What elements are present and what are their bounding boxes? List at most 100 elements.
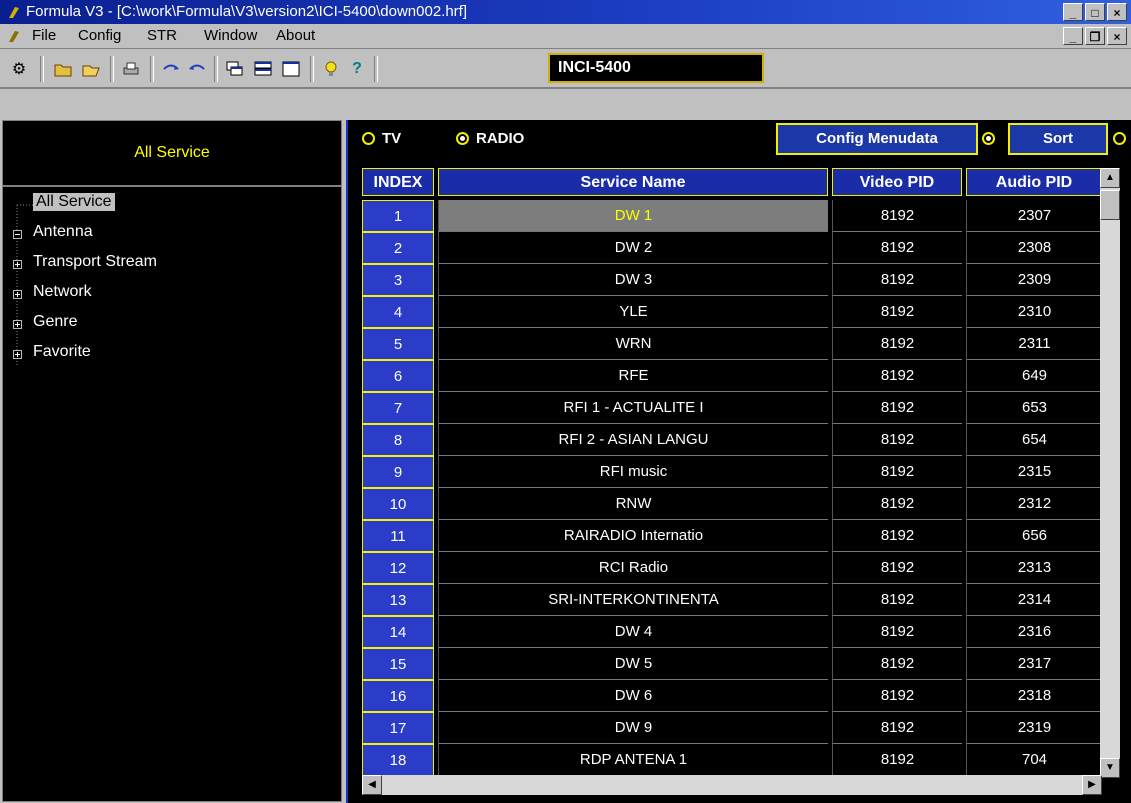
sort-option-radio-2[interactable] <box>1113 132 1126 145</box>
service-name-cell[interactable]: RFI 2 - ASIAN LANGU <box>438 424 828 456</box>
audio-pid-cell[interactable]: 2310 <box>966 296 1102 328</box>
video-pid-cell[interactable]: 8192 <box>832 616 962 648</box>
service-name-cell[interactable]: RFI 1 - ACTUALITE I <box>438 392 828 424</box>
service-name-cell[interactable]: DW 2 <box>438 232 828 264</box>
index-cell[interactable]: 4 <box>362 296 434 328</box>
audio-pid-cell[interactable]: 2308 <box>966 232 1102 264</box>
audio-pid-cell[interactable]: 656 <box>966 520 1102 552</box>
table-row[interactable]: 3 DW 3 8192 2309 <box>362 264 1102 296</box>
tree-item-network[interactable]: Network <box>33 283 92 301</box>
video-pid-cell[interactable]: 8192 <box>832 296 962 328</box>
index-cell[interactable]: 11 <box>362 520 434 552</box>
service-name-cell[interactable]: RFI music <box>438 456 828 488</box>
download-icon[interactable] <box>160 58 182 80</box>
upload-icon[interactable] <box>186 58 208 80</box>
expand-icon[interactable] <box>13 290 22 299</box>
index-cell[interactable]: 14 <box>362 616 434 648</box>
close-button[interactable]: × <box>1107 3 1127 21</box>
menu-about[interactable]: About <box>276 27 315 44</box>
index-cell[interactable]: 5 <box>362 328 434 360</box>
index-cell[interactable]: 2 <box>362 232 434 264</box>
tile-horizontal-icon[interactable] <box>252 58 274 80</box>
tv-radio-button[interactable] <box>362 132 375 145</box>
video-pid-cell[interactable]: 8192 <box>832 648 962 680</box>
table-row[interactable]: 6 RFE 8192 649 <box>362 360 1102 392</box>
service-name-cell[interactable]: DW 5 <box>438 648 828 680</box>
tree-item-favorite[interactable]: Favorite <box>33 343 91 361</box>
index-cell[interactable]: 6 <box>362 360 434 392</box>
index-cell[interactable]: 13 <box>362 584 434 616</box>
index-cell[interactable]: 18 <box>362 744 434 776</box>
sort-option-radio[interactable] <box>982 132 995 145</box>
column-header-index[interactable]: INDEX <box>362 168 434 196</box>
audio-pid-cell[interactable]: 654 <box>966 424 1102 456</box>
table-row[interactable]: 8 RFI 2 - ASIAN LANGU 8192 654 <box>362 424 1102 456</box>
service-name-cell[interactable]: SRI-INTERKONTINENTA <box>438 584 828 616</box>
service-name-cell[interactable]: RDP ANTENA 1 <box>438 744 828 776</box>
index-cell[interactable]: 9 <box>362 456 434 488</box>
video-pid-cell[interactable]: 8192 <box>832 712 962 744</box>
model-name-field[interactable]: INCI-5400 <box>548 53 764 83</box>
video-pid-cell[interactable]: 8192 <box>832 232 962 264</box>
open-folder-icon[interactable] <box>52 58 74 80</box>
video-pid-cell[interactable]: 8192 <box>832 200 962 232</box>
index-cell[interactable]: 17 <box>362 712 434 744</box>
index-cell[interactable]: 15 <box>362 648 434 680</box>
index-cell[interactable]: 3 <box>362 264 434 296</box>
menu-file[interactable]: File <box>32 27 56 44</box>
service-name-cell[interactable]: RNW <box>438 488 828 520</box>
scroll-up-arrow-icon[interactable]: ▲ <box>1100 168 1120 188</box>
service-name-cell[interactable]: DW 6 <box>438 680 828 712</box>
video-pid-cell[interactable]: 8192 <box>832 328 962 360</box>
table-row[interactable]: 17 DW 9 8192 2319 <box>362 712 1102 744</box>
audio-pid-cell[interactable]: 2311 <box>966 328 1102 360</box>
expand-icon[interactable] <box>13 350 22 359</box>
radio-label[interactable]: RADIO <box>476 130 524 147</box>
single-window-icon[interactable] <box>280 58 302 80</box>
service-name-cell[interactable]: DW 1 <box>438 200 828 232</box>
table-row[interactable]: 18 RDP ANTENA 1 8192 704 <box>362 744 1102 776</box>
table-row[interactable]: 2 DW 2 8192 2308 <box>362 232 1102 264</box>
table-row[interactable]: 4 YLE 8192 2310 <box>362 296 1102 328</box>
table-row[interactable]: 12 RCI Radio 8192 2313 <box>362 552 1102 584</box>
audio-pid-cell[interactable]: 2318 <box>966 680 1102 712</box>
index-cell[interactable]: 1 <box>362 200 434 232</box>
index-cell[interactable]: 12 <box>362 552 434 584</box>
index-cell[interactable]: 8 <box>362 424 434 456</box>
audio-pid-cell[interactable]: 2307 <box>966 200 1102 232</box>
table-row[interactable]: 11 RAIRADIO Internatio 8192 656 <box>362 520 1102 552</box>
table-row[interactable]: 10 RNW 8192 2312 <box>362 488 1102 520</box>
audio-pid-cell[interactable]: 2314 <box>966 584 1102 616</box>
service-name-cell[interactable]: RFE <box>438 360 828 392</box>
minimize-button[interactable]: _ <box>1063 3 1083 21</box>
expand-icon[interactable] <box>13 260 22 269</box>
help-icon[interactable]: ? <box>346 58 368 80</box>
service-name-cell[interactable]: DW 4 <box>438 616 828 648</box>
audio-pid-cell[interactable]: 2309 <box>966 264 1102 296</box>
service-name-cell[interactable]: DW 3 <box>438 264 828 296</box>
table-row[interactable]: 9 RFI music 8192 2315 <box>362 456 1102 488</box>
scroll-right-arrow-icon[interactable]: ▶ <box>1082 775 1102 795</box>
scroll-left-arrow-icon[interactable]: ◀ <box>362 775 382 795</box>
tree-item-all-service[interactable]: All Service <box>33 193 115 211</box>
video-pid-cell[interactable]: 8192 <box>832 456 962 488</box>
open-file-icon[interactable] <box>80 58 102 80</box>
tree-item-genre[interactable]: Genre <box>33 313 77 331</box>
video-pid-cell[interactable]: 8192 <box>832 744 962 776</box>
scroll-down-arrow-icon[interactable]: ▼ <box>1100 758 1120 778</box>
column-header-video-pid[interactable]: Video PID <box>832 168 962 196</box>
menu-str[interactable]: STR <box>147 27 177 44</box>
service-name-cell[interactable]: WRN <box>438 328 828 360</box>
audio-pid-cell[interactable]: 649 <box>966 360 1102 392</box>
mdi-minimize-button[interactable]: _ <box>1063 27 1083 45</box>
table-row[interactable]: 5 WRN 8192 2311 <box>362 328 1102 360</box>
video-pid-cell[interactable]: 8192 <box>832 264 962 296</box>
expand-icon[interactable] <box>13 320 22 329</box>
video-pid-cell[interactable]: 8192 <box>832 552 962 584</box>
connect-icon[interactable]: ⚙ <box>8 58 30 80</box>
index-cell[interactable]: 10 <box>362 488 434 520</box>
audio-pid-cell[interactable]: 2316 <box>966 616 1102 648</box>
video-pid-cell[interactable]: 8192 <box>832 520 962 552</box>
tree-item-transport-stream[interactable]: Transport Stream <box>33 253 157 271</box>
video-pid-cell[interactable]: 8192 <box>832 360 962 392</box>
